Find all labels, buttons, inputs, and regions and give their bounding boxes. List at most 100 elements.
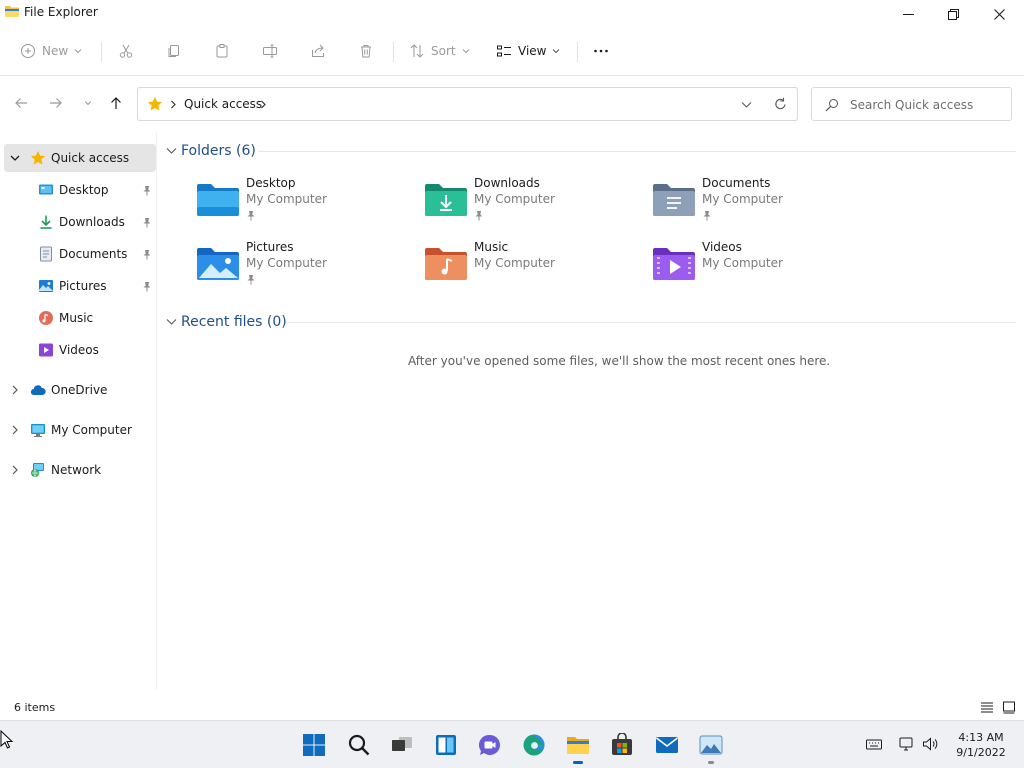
taskbar: 4:13 AM 9/1/2022 (0, 720, 1024, 768)
nav-item-videos[interactable]: Videos (4, 336, 156, 364)
refresh-icon[interactable] (774, 97, 787, 111)
address-bar[interactable]: Quick access (137, 87, 798, 121)
taskbar-search-button[interactable] (343, 729, 375, 761)
restore-button[interactable] (930, 0, 976, 28)
group-divider (286, 322, 1016, 323)
up-button[interactable] (108, 95, 124, 111)
star-icon (30, 151, 46, 165)
chevron-down-icon[interactable] (10, 153, 20, 163)
new-button[interactable]: New (20, 38, 82, 64)
search-box[interactable] (811, 87, 1012, 121)
nav-item-desktop[interactable]: Desktop (4, 176, 156, 204)
share-button[interactable] (310, 38, 326, 64)
sort-button[interactable]: Sort (409, 38, 470, 64)
folder-tile-pictures[interactable]: Pictures My Computer (196, 240, 416, 292)
nav-item-label: My Computer (51, 423, 132, 437)
copy-button[interactable] (166, 38, 182, 64)
mail-icon (656, 737, 678, 753)
tiles-view-icon[interactable] (1002, 700, 1016, 714)
chevron-down-icon (166, 319, 177, 325)
photos-button[interactable] (695, 729, 727, 764)
recent-locations-button[interactable] (80, 95, 96, 111)
volume-icon[interactable] (922, 736, 938, 752)
nav-item-my-computer[interactable]: My Computer (4, 416, 156, 444)
trash-icon (361, 45, 371, 58)
nav-item-label: Quick access (51, 151, 130, 165)
edge-icon (523, 734, 545, 756)
share-icon (312, 44, 324, 57)
forward-button[interactable] (48, 95, 64, 111)
cut-button[interactable] (118, 38, 134, 64)
group-divider (258, 151, 1016, 152)
rename-button[interactable] (262, 38, 278, 64)
view-button[interactable]: View (496, 38, 560, 64)
mail-button[interactable] (651, 729, 683, 761)
search-input[interactable] (850, 95, 1000, 115)
plus-circle-icon (21, 44, 35, 58)
pin-icon (143, 186, 151, 196)
details-view-icon[interactable] (980, 700, 994, 714)
address-dropdown-icon[interactable] (741, 100, 752, 109)
delete-button[interactable] (358, 38, 374, 64)
minimize-button[interactable] (885, 0, 931, 28)
folder-tile-documents[interactable]: Documents My Computer (652, 176, 872, 228)
minimize-icon (902, 13, 914, 15)
recent-files-group-header[interactable]: Recent files (0) (166, 312, 287, 332)
picture-icon (39, 280, 53, 292)
separator (101, 42, 102, 62)
edge-button[interactable] (518, 729, 550, 761)
nav-item-network[interactable]: Network (4, 456, 156, 484)
chevron-right-icon[interactable] (259, 100, 267, 109)
nav-item-music[interactable]: Music (4, 304, 156, 332)
pin-icon (247, 211, 255, 221)
running-indicator (708, 761, 714, 764)
chevron-right-icon[interactable] (10, 385, 20, 395)
task-view-button[interactable] (386, 729, 418, 761)
folders-group-header[interactable]: Folders (6) (166, 141, 256, 161)
nav-item-documents[interactable]: Documents (4, 240, 156, 268)
pin-icon (247, 275, 255, 285)
chevron-right-icon[interactable] (10, 425, 20, 435)
paste-button[interactable] (214, 38, 230, 64)
file-explorer-icon (567, 737, 589, 754)
breadcrumb[interactable]: Quick access (184, 97, 262, 111)
folder-tile-music[interactable]: Music My Computer (424, 240, 644, 292)
chevron-right-icon[interactable] (10, 465, 20, 475)
videos-folder-icon (653, 248, 695, 280)
star-icon (147, 97, 163, 111)
widgets-icon (436, 735, 456, 755)
more-icon (594, 49, 608, 53)
chat-button[interactable] (474, 729, 506, 761)
nav-item-onedrive[interactable]: OneDrive (4, 376, 156, 404)
start-button[interactable] (298, 729, 330, 761)
folder-location: My Computer (246, 192, 327, 206)
system-clock[interactable]: 4:13 AM 9/1/2022 (946, 730, 1016, 760)
navigation-row: Quick access (0, 77, 1024, 132)
desktop-folder-icon (197, 184, 239, 216)
chevron-down-icon (166, 148, 177, 154)
file-explorer-taskbar-button[interactable] (562, 729, 594, 764)
more-options-button[interactable] (593, 38, 609, 64)
chat-icon (478, 734, 500, 755)
music-folder-icon (425, 248, 467, 280)
folder-tile-videos[interactable]: Videos My Computer (652, 240, 872, 292)
widgets-button[interactable] (430, 729, 462, 761)
folder-tile-desktop[interactable]: Desktop My Computer (196, 176, 416, 228)
close-button[interactable] (976, 0, 1022, 28)
nav-item-downloads[interactable]: Downloads (4, 208, 156, 236)
nav-item-quick-access[interactable]: Quick access (4, 144, 156, 172)
back-button[interactable] (13, 95, 29, 111)
folder-name: Videos (702, 240, 742, 254)
folder-name: Music (474, 240, 509, 254)
folder-name: Desktop (246, 176, 296, 190)
folder-tile-downloads[interactable]: Downloads My Computer (424, 176, 644, 228)
network-status-icon[interactable] (898, 736, 914, 752)
close-icon (993, 8, 1005, 20)
keyboard-icon[interactable] (866, 736, 882, 752)
folder-location: My Computer (474, 192, 555, 206)
store-button[interactable] (606, 729, 638, 761)
pin-icon (143, 218, 151, 228)
sort-icon (410, 44, 424, 58)
nav-item-pictures[interactable]: Pictures (4, 272, 156, 300)
clock-date: 9/1/2022 (956, 746, 1006, 759)
